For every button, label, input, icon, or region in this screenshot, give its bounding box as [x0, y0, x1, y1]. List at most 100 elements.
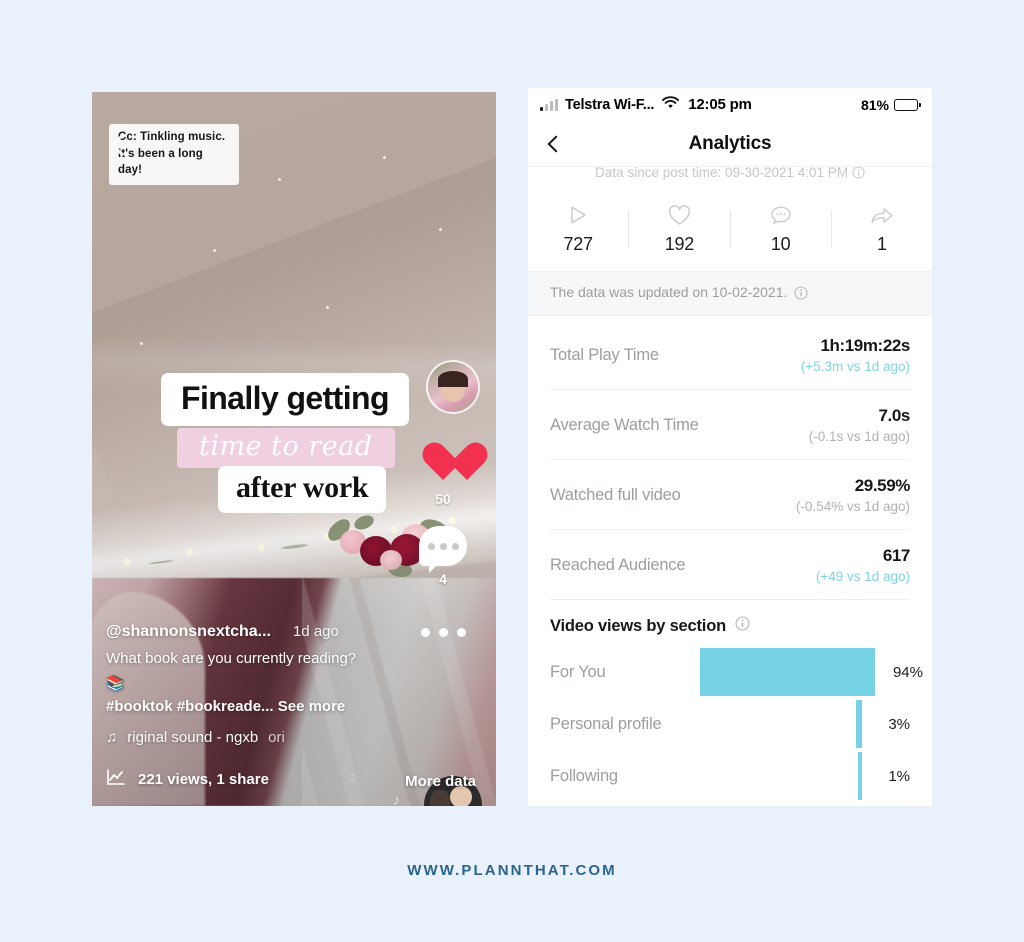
metric-value: 29.59% — [854, 476, 911, 495]
metric-row: Total Play Time 1h:19m:22s (+5.3m vs 1d … — [550, 320, 910, 390]
comment-icon — [731, 202, 831, 228]
chart-value-label: 1% — [888, 767, 910, 785]
play-icon — [528, 202, 628, 228]
video-stats-row[interactable]: 221 views, 1 share More data — [106, 768, 476, 790]
views-shares-text: 221 views, 1 share — [138, 770, 269, 788]
music-note-icon: ♪ — [392, 792, 401, 806]
sound-name: riginal sound - ngxb — [127, 729, 259, 746]
tiktok-video-panel[interactable]: Cc: Tinkling music. It's been a long day… — [92, 92, 496, 806]
signal-strength-icon — [540, 98, 558, 111]
closed-caption-chip: Cc: Tinkling music. It's been a long day… — [109, 124, 239, 186]
video-views-section-header: Video views by section — [528, 600, 932, 640]
comment-button[interactable]: 4 — [414, 526, 472, 587]
metric-value: 617 — [882, 546, 911, 565]
chart-category-label: Following — [550, 766, 618, 785]
chart-row: Personal profile 3% — [550, 698, 910, 750]
kpi-value: 1 — [877, 234, 887, 254]
post-time: 1d ago — [292, 623, 339, 641]
creator-avatar[interactable] — [426, 360, 480, 414]
kpi-value: 727 — [563, 234, 593, 254]
chart-bar — [700, 648, 875, 696]
metric-delta: (+5.3m vs 1d ago) — [800, 359, 910, 374]
see-more-link[interactable]: See more — [278, 698, 346, 715]
video-views-bar-chart: For You 94% Personal profile 3% Followin… — [528, 640, 932, 802]
overlay-text-line-2: time to read — [177, 428, 395, 468]
more-data-button[interactable]: More data — [405, 773, 476, 790]
chart-row: Following 1% — [550, 750, 910, 802]
page-title: Analytics — [688, 132, 772, 154]
comment-count: 4 — [439, 571, 447, 587]
metric-values: 29.59% (-0.54% vs 1d ago) — [796, 476, 910, 514]
info-icon[interactable] — [794, 286, 808, 303]
info-icon[interactable] — [735, 616, 750, 636]
share-icon — [832, 202, 932, 228]
info-icon[interactable] — [852, 166, 865, 181]
video-caption-block: @shannonsnextcha... 1d ago What book are… — [106, 623, 476, 790]
metric-row: Watched full video 29.59% (-0.54% vs 1d … — [550, 460, 910, 530]
carrier-label: Telstra Wi-F... — [565, 96, 655, 113]
status-bar: Telstra Wi-F... 12:05 pm 81% — [528, 88, 932, 121]
like-button[interactable]: 50 — [414, 444, 472, 507]
data-since-post-time: Data since post time: 09-30-2021 4:01 PM — [528, 166, 932, 188]
metrics-list: Total Play Time 1h:19m:22s (+5.3m vs 1d … — [528, 316, 932, 600]
like-count: 50 — [435, 491, 451, 507]
kpi-shares: 1 — [832, 202, 932, 255]
chart-category-label: For You — [550, 662, 606, 681]
carousel-dot[interactable] — [456, 628, 466, 637]
carousel-dots[interactable] — [414, 628, 472, 637]
metric-row: Average Watch Time 7.0s (-0.1s vs 1d ago… — [550, 390, 910, 460]
footer-url: WWW.PLANNTHAT.COM — [407, 862, 617, 879]
nav-bar: Analytics — [528, 121, 932, 167]
update-banner-text: The data was updated on 10-02-2021. — [550, 284, 788, 300]
kpi-row: 727 192 10 1 — [528, 188, 932, 271]
chart-track — [700, 700, 862, 748]
kpi-comments: 10 — [731, 202, 831, 255]
carousel-dot[interactable] — [420, 628, 430, 637]
update-banner: The data was updated on 10-02-2021. — [528, 271, 932, 316]
kpi-plays: 727 — [528, 202, 628, 255]
overlay-text-line-1: Finally getting — [161, 373, 409, 426]
comment-bubble-icon — [419, 526, 467, 573]
metric-row: Reached Audience 617 (+49 vs 1d ago) — [550, 530, 910, 600]
battery-icon — [894, 98, 921, 111]
analytics-phone-panel[interactable]: Telstra Wi-F... 12:05 pm 81% Analytics D… — [528, 88, 932, 806]
overlay-text-line-3: after work — [218, 466, 387, 513]
metric-value: 1h:19m:22s — [820, 336, 910, 355]
heart-icon — [420, 444, 466, 486]
username[interactable]: @shannonsnextcha... — [106, 623, 271, 641]
carousel-dot[interactable] — [438, 628, 448, 637]
wifi-icon — [662, 96, 680, 113]
analytics-chart-icon — [106, 768, 126, 790]
metric-values: 617 (+49 vs 1d ago) — [815, 546, 911, 584]
status-time: 12:05 pm — [688, 96, 752, 113]
metric-label: Total Play Time — [550, 345, 659, 364]
chart-row: For You 94% — [550, 646, 923, 698]
data-since-text: Data since post time: 09-30-2021 4:01 PM — [595, 166, 849, 180]
caption-hashtags[interactable]: #booktok #bookreade... See more — [106, 698, 414, 715]
status-bar-right: 81% — [861, 97, 921, 113]
caption-header: @shannonsnextcha... 1d ago — [106, 623, 414, 641]
metric-values: 1h:19m:22s (+5.3m vs 1d ago) — [800, 336, 911, 374]
sound-disc-figure — [430, 790, 450, 806]
music-note-icon: ♫ — [106, 729, 118, 746]
chart-value-label: 94% — [892, 663, 923, 681]
heart-icon — [629, 202, 729, 228]
kpi-value: 10 — [770, 234, 791, 254]
chart-value-label: 3% — [888, 715, 910, 733]
kpi-value: 192 — [664, 234, 694, 254]
sound-row[interactable]: ♫ riginal sound - ngxb ori — [106, 729, 414, 746]
back-chevron-icon[interactable] — [547, 135, 565, 152]
avatar-hair — [438, 371, 468, 387]
metric-delta: (-0.54% vs 1d ago) — [795, 499, 910, 514]
kpi-likes: 192 — [629, 202, 729, 255]
metric-delta: (+49 vs 1d ago) — [815, 569, 910, 584]
sound-name-repeat: ori — [268, 729, 285, 746]
metric-label: Reached Audience — [550, 555, 686, 574]
chart-track — [700, 752, 862, 800]
section-title: Video views by section — [550, 616, 726, 635]
chart-track — [700, 648, 875, 696]
chart-category-label: Personal profile — [550, 714, 662, 733]
metric-label: Average Watch Time — [550, 415, 699, 434]
metric-label: Watched full video — [550, 485, 681, 504]
hashtag-text[interactable]: #booktok #bookreade... — [106, 698, 274, 715]
